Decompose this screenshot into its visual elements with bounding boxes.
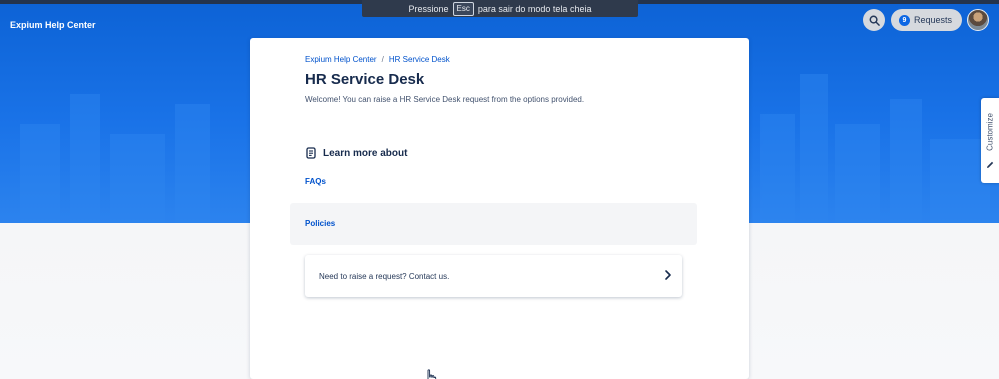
breadcrumb-hr-service-desk[interactable]: HR Service Desk (389, 55, 450, 64)
search-button[interactable] (863, 9, 885, 31)
learn-more-heading: Learn more about (306, 147, 407, 159)
requests-label: Requests (914, 15, 953, 25)
pencil-icon (987, 161, 994, 168)
learn-more-label: Learn more about (323, 147, 408, 159)
breadcrumb-separator: / (381, 55, 384, 64)
contact-us-box[interactable]: Need to raise a request? Contact us. (305, 255, 682, 297)
page-title: HR Service Desk (305, 71, 425, 88)
breadcrumb-help-center[interactable]: Expium Help Center (305, 55, 377, 64)
customize-label: Customize (985, 113, 995, 151)
user-avatar[interactable] (967, 9, 989, 31)
fullscreen-notice-after: para sair do modo tela cheia (477, 3, 592, 14)
breadcrumb: Expium Help Center / HR Service Desk (305, 55, 450, 64)
requests-button[interactable]: 9 Requests (891, 9, 962, 31)
requests-count-badge: 9 (899, 14, 910, 26)
help-center-screen: Expium Help Center Pressione Esc para sa… (0, 0, 999, 379)
service-desk-card: Expium Help Center / HR Service Desk HR … (250, 38, 749, 379)
fullscreen-notice-before: Pressione (408, 3, 449, 14)
esc-key-label: Esc (452, 1, 474, 16)
welcome-message: Welcome! You can raise a HR Service Desk… (305, 95, 585, 104)
policies-link[interactable]: Policies (305, 219, 335, 228)
chevron-right-icon (665, 270, 671, 280)
search-icon (869, 15, 880, 26)
document-icon (306, 147, 316, 159)
hand-cursor-icon (427, 369, 437, 379)
customize-tab[interactable]: Customize (981, 98, 999, 183)
policies-row[interactable]: Policies (290, 203, 697, 379)
contact-us-text: Need to raise a request? Contact us. (319, 272, 450, 281)
help-center-brand[interactable]: Expium Help Center (10, 20, 96, 30)
faqs-link[interactable]: FAQs (305, 177, 326, 186)
fullscreen-exit-notice: Pressione Esc para sair do modo tela che… (362, 0, 638, 17)
